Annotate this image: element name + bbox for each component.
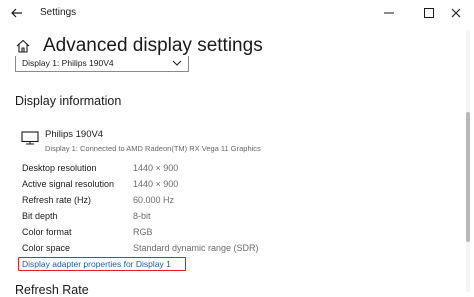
monitor-icon [21,131,39,145]
color-format-value: RGB [133,227,153,237]
display-adapter-properties-link[interactable]: Display adapter properties for Display 1 [22,259,171,269]
active-signal-resolution-value: 1440 × 900 [133,179,179,189]
window-title: Settings [40,7,77,18]
home-icon[interactable] [15,38,31,54]
title-bar: Settings [0,0,474,26]
color-space-label: Color space [22,243,71,253]
close-icon[interactable] [448,5,464,21]
active-signal-resolution-label: Active signal resolution [22,179,115,189]
color-format-label: Color format [22,227,72,237]
desktop-resolution-label: Desktop resolution [22,163,97,173]
refresh-rate-heading: Refresh Rate [15,283,89,297]
desktop-resolution-value: 1440 × 900 [133,163,179,173]
monitor-description: Display 1: Connected to AMD Radeon(TM) R… [45,144,261,153]
minimize-icon[interactable] [381,5,397,21]
refresh-rate-value: 60.000 Hz [133,195,175,205]
back-arrow-icon[interactable] [10,6,24,20]
display-select-dropdown[interactable]: Display 1: Philips 190V4 [15,56,189,72]
page-title: Advanced display settings [43,35,263,56]
maximize-icon[interactable] [421,5,437,21]
bit-depth-label: Bit depth [22,211,58,221]
monitor-name: Philips 190V4 [45,129,104,140]
display-information-heading: Display information [15,94,122,108]
display-select-value: Display 1: Philips 190V4 [22,58,114,68]
bit-depth-value: 8-bit [133,211,151,221]
color-space-value: Standard dynamic range (SDR) [133,243,259,253]
scrollbar-thumb[interactable] [466,112,470,242]
refresh-rate-label: Refresh rate (Hz) [22,195,92,205]
chevron-down-icon [172,60,182,66]
